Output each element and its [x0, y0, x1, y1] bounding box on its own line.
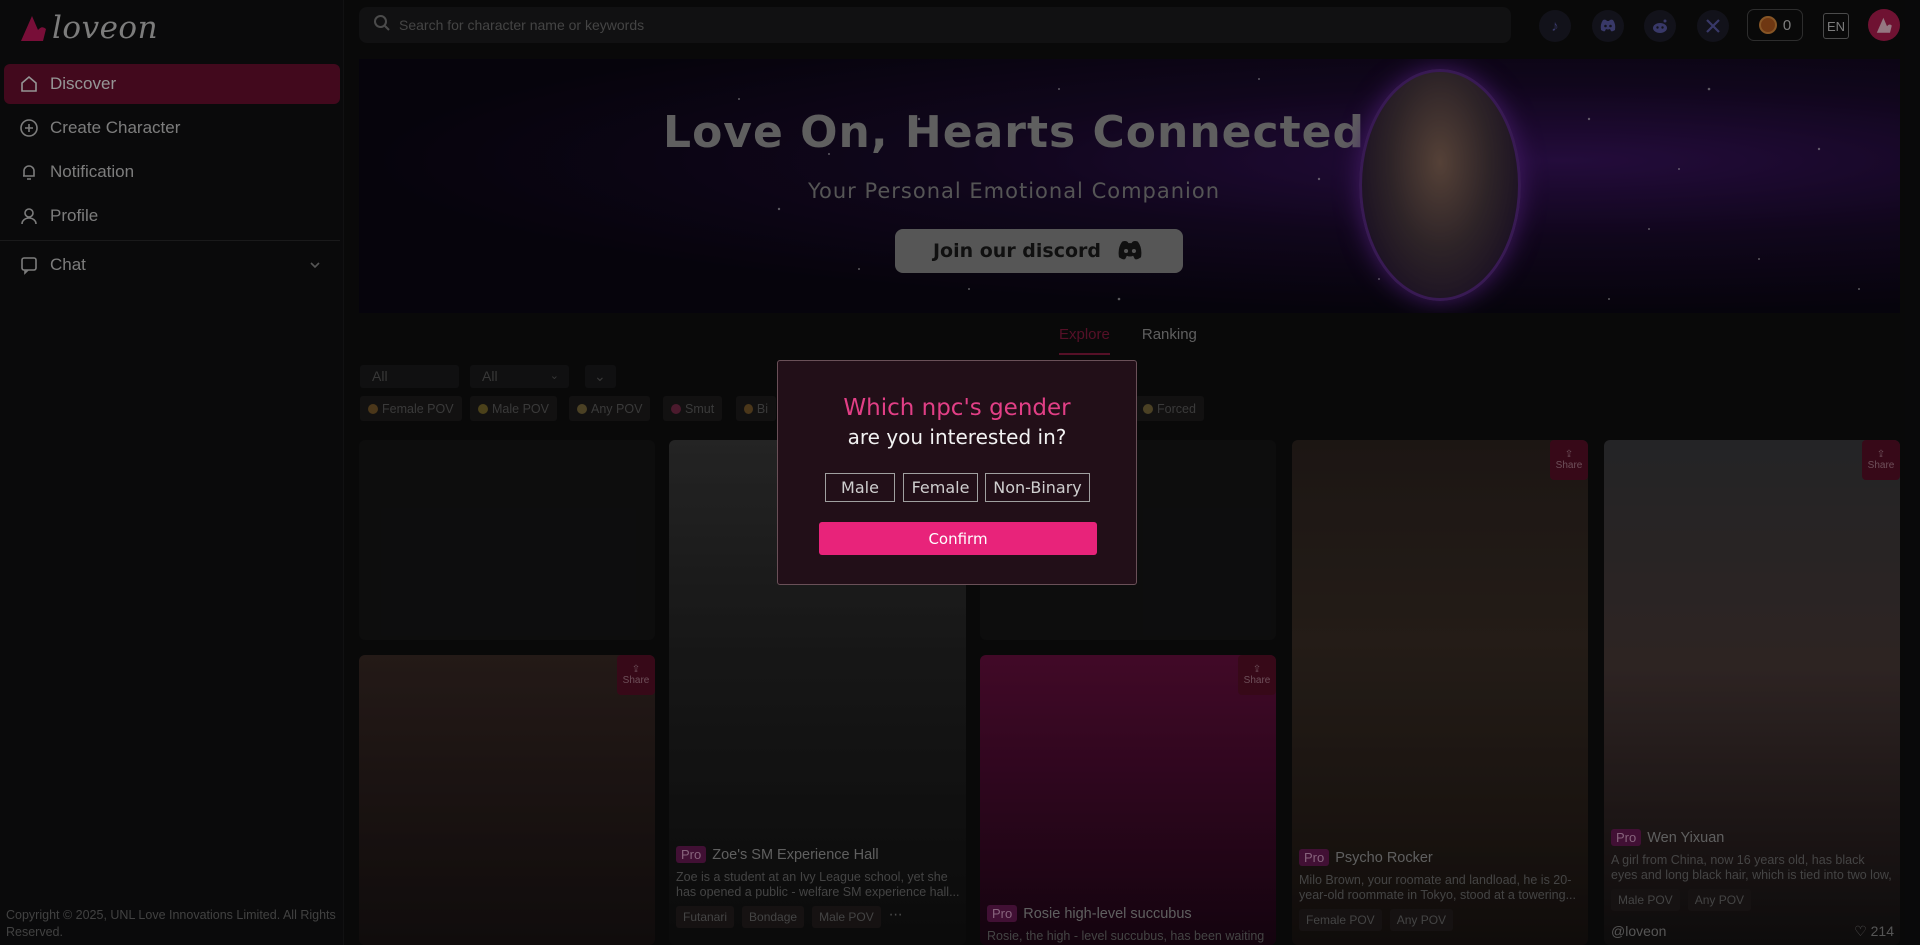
option-non-binary-button[interactable]: Non-Binary	[985, 473, 1090, 502]
gender-preference-modal: Which npc's gender are you interested in…	[777, 360, 1137, 585]
confirm-button[interactable]: Confirm	[819, 522, 1097, 555]
modal-title: Which npc's gender	[843, 395, 1071, 421]
option-male-button[interactable]: Male	[825, 473, 895, 502]
modal-subtitle: are you interested in?	[847, 425, 1067, 449]
option-female-button[interactable]: Female	[903, 473, 978, 502]
